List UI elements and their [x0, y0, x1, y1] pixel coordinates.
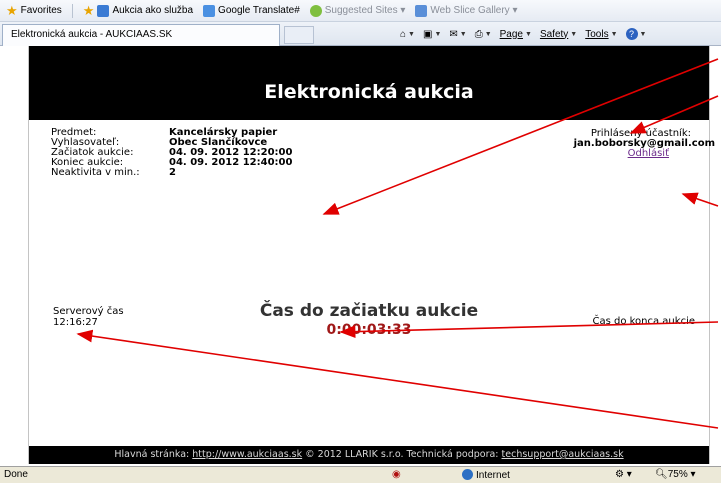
security-zone: Internet [462, 469, 510, 481]
fav-link-suggested-sites[interactable]: Suggested Sites ▾ [309, 4, 405, 17]
feeds-button[interactable]: ▣ ▼ [423, 29, 441, 40]
chevron-down-icon: ▼ [525, 30, 532, 38]
page-title: Elektronická aukcia [264, 81, 474, 103]
safety-menu[interactable]: Safety ▼ [540, 29, 577, 40]
chevron-down-icon: ▼ [484, 30, 492, 38]
chevron-down-icon: ▼ [570, 30, 578, 38]
mail-button[interactable]: ✉ ▼ [449, 29, 466, 40]
fav-link-web-slice-gallery[interactable]: Web Slice Gallery ▾ [415, 4, 517, 17]
tab-bar: Elektronická aukcia - AUKCIAAS.SK ⌂ ▼ ▣ ▼ … [0, 22, 721, 46]
star-icon: ★ [6, 3, 18, 18]
favorites-button[interactable]: ★ Favorites [6, 4, 62, 17]
suggested-sites-icon [309, 4, 322, 17]
fav-link-aukcia[interactable]: ★ Aukcia ako služba [83, 4, 193, 17]
privacy-icon[interactable]: ◉ [392, 469, 401, 480]
globe-icon [462, 469, 473, 480]
new-tab-button[interactable] [284, 26, 314, 44]
chevron-down-icon: ▼ [408, 30, 415, 38]
help-button[interactable]: ? ▼ [625, 28, 647, 40]
fav-link-google-translate[interactable]: Google Translate# [203, 4, 300, 17]
print-button[interactable]: ⎙ ▼ [475, 29, 492, 40]
tab-title: Elektronická aukcia - AUKCIAAS.SK [11, 29, 173, 40]
web-slice-icon [415, 4, 428, 17]
support-email-link[interactable]: techsupport@aukciaas.sk [502, 449, 624, 460]
site-icon [97, 4, 110, 17]
end-countdown-label: Čas do konca aukcie [592, 316, 695, 327]
chevron-down-icon: ▼ [434, 30, 442, 38]
logout-link[interactable]: Odhlásiť [628, 148, 669, 159]
auction-info: Predmet: Kancelársky papier Vyhlasovateľ… [51, 128, 292, 178]
mail-icon: ✉ [449, 28, 458, 40]
rss-icon: ▣ [422, 28, 433, 40]
separator [71, 3, 73, 18]
chevron-down-icon: ▼ [610, 30, 618, 38]
home-icon: ⌂ [400, 28, 407, 40]
google-translate-icon [203, 4, 216, 17]
chevron-down-icon: ▼ [459, 30, 467, 38]
add-favorite-icon: ★ [82, 3, 95, 18]
browser-tab[interactable]: Elektronická aukcia - AUKCIAAS.SK [2, 24, 280, 46]
status-bar: Done ◉ Internet ⚙ ▾ 🔍︎75% ▾ [0, 466, 721, 483]
home-link[interactable]: http://www.aukciaas.sk [192, 449, 302, 460]
page-footer: Hlavná stránka: http://www.aukciaas.sk ©… [29, 446, 709, 464]
protected-mode-button[interactable]: ⚙ ▾ [615, 469, 632, 480]
help-icon: ? [625, 28, 638, 40]
home-button[interactable]: ⌂ ▼ [400, 29, 415, 40]
info-row-inactivity: Neaktivita v min.: 2 [51, 167, 176, 178]
status-text: Done [4, 469, 28, 480]
page-header: Elektronická aukcia [29, 46, 709, 120]
page-menu[interactable]: Page ▼ [500, 29, 532, 40]
tools-menu[interactable]: Tools ▼ [585, 29, 617, 40]
command-bar: ⌂ ▼ ▣ ▼ ✉ ▼ ⎙ ▼ Page ▼ Safety ▼ Tools ▼ ? ▼ [400, 24, 646, 44]
auction-page: Elektronická aukcia Predmet: Kancelársky… [28, 46, 715, 464]
favorites-bar: ★ Favorites ★ Aukcia ako služba Google T… [0, 0, 721, 22]
zoom-control[interactable]: 🔍︎75% ▾ [655, 469, 696, 480]
printer-icon: ⎙ [474, 28, 483, 40]
chevron-down-icon: ▼ [639, 30, 647, 38]
